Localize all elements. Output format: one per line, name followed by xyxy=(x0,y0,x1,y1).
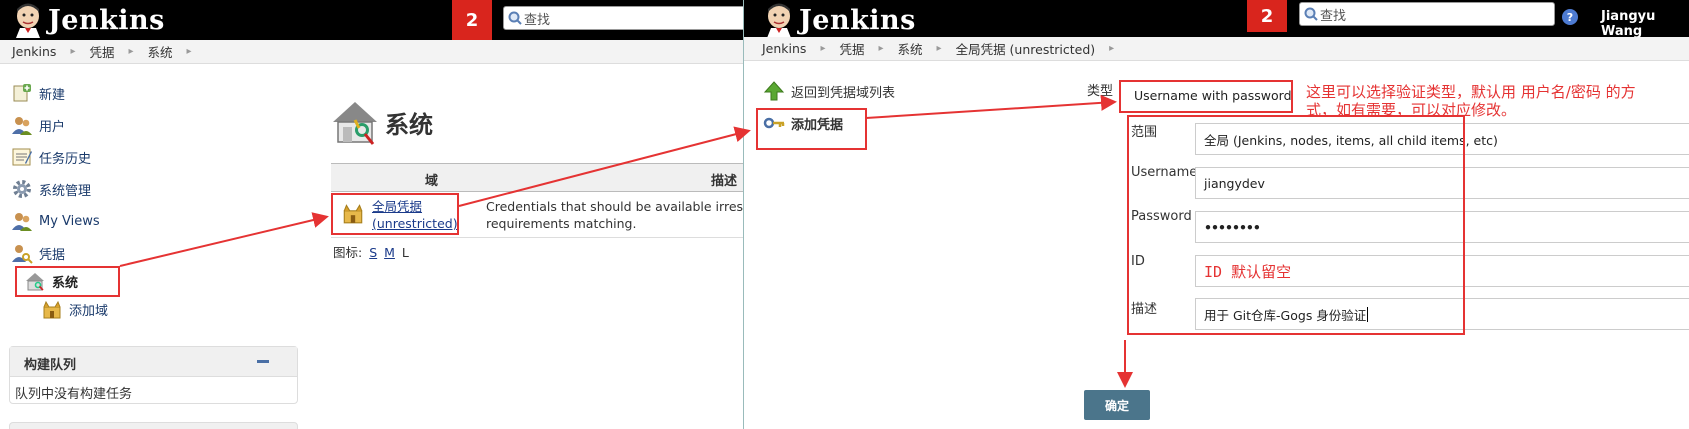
up-arrow-icon xyxy=(763,81,785,101)
right-screenshot: Jenkins 2 查找 ? Jiangyu Wang Jenkins ▸ 凭据 ▸… xyxy=(743,0,1689,429)
breadcrumb: Jenkins ▸ 凭据 ▸ 系统 ▸ xyxy=(0,40,745,64)
build-queue-header: 构建队列 xyxy=(10,347,297,377)
chevron-right-icon: ▸ xyxy=(878,43,884,54)
search-icon xyxy=(508,11,522,25)
annotation-note: 这里可以选择验证类型，默认用 用户名/密码 的方 式，如有需要，可以对应修改。 xyxy=(1306,83,1636,119)
highlight-box xyxy=(756,108,867,150)
description-line: requirements matching. xyxy=(486,216,637,231)
breadcrumb-global-credentials[interactable]: 全局凭据 (unrestricted) xyxy=(956,39,1096,58)
icon-size-l[interactable]: L xyxy=(402,245,409,260)
help-icon[interactable]: ? xyxy=(1562,9,1578,25)
users-icon xyxy=(12,213,32,231)
search-placeholder: 查找 xyxy=(1320,8,1347,24)
search-placeholder: 查找 xyxy=(524,12,551,28)
new-item-icon xyxy=(13,84,31,102)
user-name[interactable]: Jiangyu Wang xyxy=(1601,9,1689,39)
chevron-right-icon: ▸ xyxy=(820,43,826,54)
users-icon xyxy=(12,117,32,135)
sidebar-item-label: 凭据 xyxy=(39,247,66,263)
logo-text: Jenkins xyxy=(799,4,916,36)
chevron-right-icon: ▸ xyxy=(186,46,192,57)
icon-size-m[interactable]: M xyxy=(384,245,395,260)
jenkins-butler-icon xyxy=(767,3,791,38)
sidebar-item-label: 新建 xyxy=(39,87,66,103)
sidebar-item-new[interactable]: 新建 xyxy=(11,82,65,104)
breadcrumb-credentials[interactable]: 凭据 xyxy=(89,42,114,61)
sidebar-item-my-views[interactable]: My Views xyxy=(11,210,100,232)
sidebar-item-label: 系统管理 xyxy=(39,183,92,199)
breadcrumb-jenkins[interactable]: Jenkins xyxy=(744,41,806,56)
build-queue-empty-text: 队列中没有构建任务 xyxy=(15,387,133,402)
minimize-icon[interactable] xyxy=(257,360,269,363)
logo-text: Jenkins xyxy=(48,4,165,36)
header-bar: Jenkins 2 查找 xyxy=(0,0,745,40)
credentials-icon xyxy=(12,245,33,264)
system-store-icon xyxy=(333,102,377,145)
highlight-box xyxy=(15,266,120,297)
annotation-line: 这里可以选择验证类型，默认用 用户名/密码 的方 xyxy=(1306,83,1636,101)
breadcrumb-credentials[interactable]: 凭据 xyxy=(839,39,864,58)
header-bar: Jenkins 2 查找 ? Jiangyu Wang xyxy=(744,0,1689,40)
chevron-right-icon: ▸ xyxy=(128,46,134,57)
highlight-box xyxy=(331,193,459,235)
row-description: Credentials that should be available irr… xyxy=(486,198,745,232)
breadcrumb-system[interactable]: 系统 xyxy=(898,39,923,58)
description-line: Credentials that should be available irr… xyxy=(486,199,745,214)
search-input[interactable]: 查找 xyxy=(503,6,745,30)
sidebar-item-label: 返回到凭据域列表 xyxy=(791,85,896,101)
highlight-box xyxy=(1127,115,1465,335)
sidebar-item-label: 任务历史 xyxy=(39,151,92,167)
jenkins-logo[interactable]: Jenkins xyxy=(12,2,165,38)
build-queue-title: 构建队列 xyxy=(24,358,77,373)
chevron-right-icon: ▸ xyxy=(936,43,942,54)
icon-size-s[interactable]: S xyxy=(369,245,377,260)
table-header: 域 描述 xyxy=(331,164,745,192)
sidebar-item-credentials[interactable]: 凭据 xyxy=(11,242,65,264)
left-screenshot: Jenkins 2 查找 Jenkins ▸ 凭据 ▸ 系统 ▸ 新建 用户 任… xyxy=(0,0,745,429)
page-title: 系统 xyxy=(331,98,433,146)
domain-icon xyxy=(43,300,61,319)
gear-icon xyxy=(13,180,31,198)
search-icon xyxy=(1304,7,1318,21)
sidebar-item-back-to-domains[interactable]: 返回到凭据域列表 xyxy=(763,80,895,102)
ok-button[interactable]: 确定 xyxy=(1084,390,1150,420)
icon-size-label: 图标: xyxy=(333,245,363,260)
sidebar-item-label: 添加域 xyxy=(69,303,109,319)
notification-badge[interactable]: 2 xyxy=(1247,0,1287,32)
notification-badge[interactable]: 2 xyxy=(452,0,492,40)
sidebar-item-manage[interactable]: 系统管理 xyxy=(11,178,91,200)
kind-label: 类型 xyxy=(1087,84,1114,99)
jenkins-butler-icon xyxy=(16,3,40,38)
chevron-right-icon: ▸ xyxy=(70,46,76,57)
highlight-box xyxy=(1119,80,1293,113)
icon-size-selector: 图标: S M L xyxy=(333,242,409,261)
chevron-right-icon: ▸ xyxy=(1109,43,1115,54)
sidebar-item-users[interactable]: 用户 xyxy=(11,114,65,136)
sidebar-item-build-history[interactable]: 任务历史 xyxy=(11,146,91,168)
breadcrumb-system[interactable]: 系统 xyxy=(148,42,173,61)
breadcrumb: Jenkins ▸ 凭据 ▸ 系统 ▸ 全局凭据 (unrestricted) ▸ xyxy=(744,37,1689,61)
column-header-description: 描述 xyxy=(711,174,738,189)
build-history-icon xyxy=(12,148,32,166)
sidebar-item-add-domain[interactable]: 添加域 xyxy=(41,298,108,320)
search-input[interactable]: 查找 xyxy=(1299,2,1555,26)
sidebar-item-label: 用户 xyxy=(39,119,66,135)
breadcrumb-jenkins[interactable]: Jenkins xyxy=(0,44,56,59)
sidebar-item-label: My Views xyxy=(39,213,100,229)
column-header-domain: 域 xyxy=(425,174,439,189)
jenkins-logo[interactable]: Jenkins xyxy=(763,2,916,38)
page-title-text: 系统 xyxy=(385,110,433,139)
executor-panel xyxy=(9,422,298,429)
build-queue-panel: 构建队列 队列中没有构建任务 xyxy=(9,346,298,404)
